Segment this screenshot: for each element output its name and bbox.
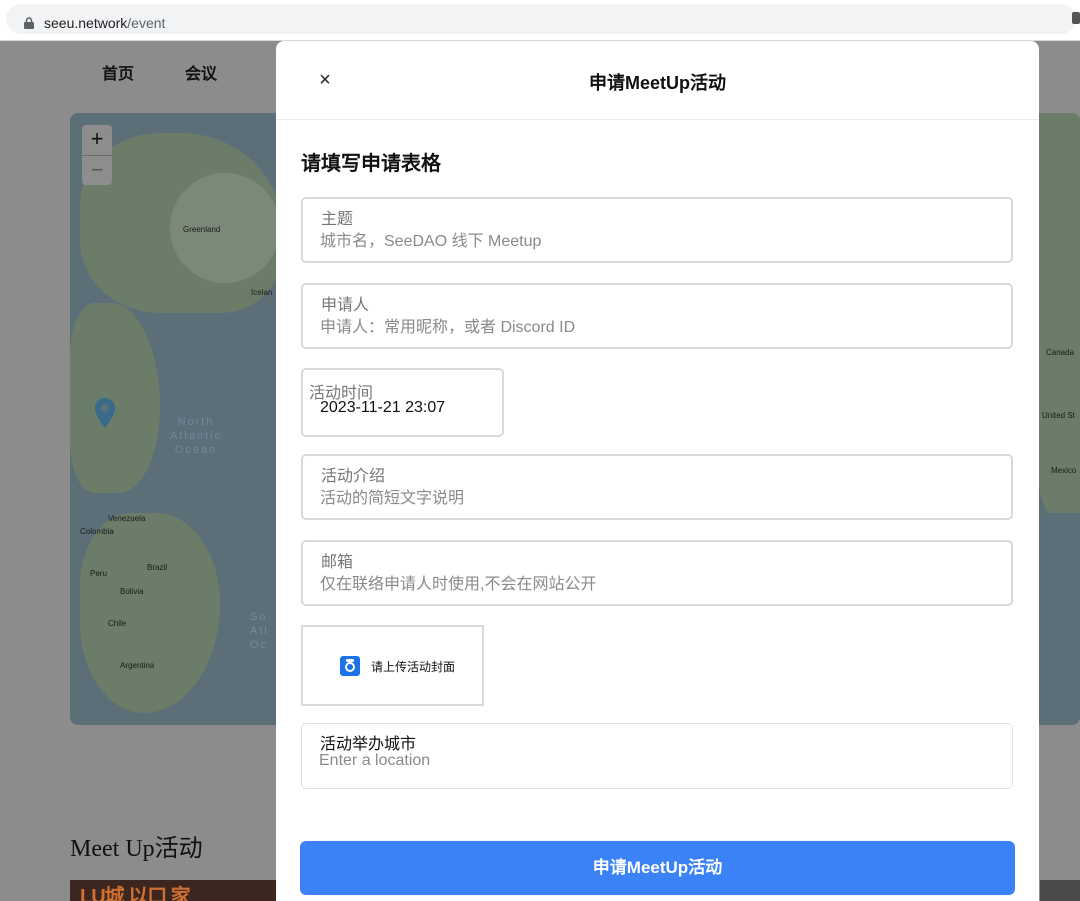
map-label: Colombia bbox=[80, 527, 114, 536]
topic-field[interactable]: 主题 城市名，SeeDAO 线下 Meetup bbox=[301, 197, 1013, 263]
topic-placeholder: 城市名，SeeDAO 线下 Meetup bbox=[320, 233, 542, 250]
apply-meetup-modal: × 申请MeetUp活动 请填写申请表格 主题 城市名，SeeDAO 线下 Me… bbox=[276, 41, 1039, 901]
map-pin-icon[interactable] bbox=[95, 398, 115, 428]
map-zoom-control: + − bbox=[82, 125, 112, 185]
thumbnail-text: LU城 以口 家 bbox=[80, 886, 191, 901]
city-label: 活动举办城市 bbox=[320, 736, 417, 753]
map-label: Canada bbox=[1046, 348, 1075, 357]
description-field[interactable]: 活动介绍 活动的简短文字说明 bbox=[301, 454, 1013, 520]
description-label: 活动介绍 bbox=[321, 468, 386, 485]
applicant-placeholder: 申请人：常用昵称，或者 Discord ID bbox=[320, 319, 576, 336]
meetup-section-title: Meet Up活动 bbox=[70, 836, 203, 862]
map-land-south-america bbox=[80, 513, 220, 713]
map-label: Chile bbox=[108, 619, 127, 628]
ocean-label-north-atlantic: North Atlantic Ocean bbox=[170, 416, 223, 456]
nav-conference[interactable]: 会议 bbox=[185, 60, 217, 84]
map-label: Peru bbox=[90, 569, 107, 578]
zoom-out-button[interactable]: − bbox=[82, 155, 112, 186]
map-label: Mexico bbox=[1051, 466, 1077, 475]
browser-address-bar: seeu.network/event bbox=[0, 0, 1080, 41]
zoom-in-button[interactable]: + bbox=[82, 125, 112, 155]
map-label: Brazil bbox=[147, 563, 168, 572]
cover-upload-button[interactable]: 请上传活动封面 bbox=[301, 625, 484, 706]
email-field[interactable]: 邮箱 仅在联络申请人时使用,不会在网站公开 bbox=[301, 540, 1013, 606]
modal-title: 申请MeetUp活动 bbox=[588, 73, 726, 93]
form-heading: 请填写申请表格 bbox=[301, 153, 441, 175]
applicant-field[interactable]: 申请人 申请人：常用昵称，或者 Discord ID bbox=[301, 283, 1013, 349]
submit-button[interactable]: 申请MeetUp活动 bbox=[300, 841, 1015, 895]
city-field[interactable]: 活动举办城市 Enter a location bbox=[301, 723, 1013, 789]
city-placeholder: Enter a location bbox=[319, 752, 431, 769]
map-label: United St bbox=[1042, 411, 1075, 420]
camera-icon bbox=[340, 656, 360, 676]
meetup-thumbnail[interactable]: LU城 以口 家 bbox=[70, 880, 276, 901]
extension-icon[interactable] bbox=[1072, 12, 1080, 24]
map-label: Argentina bbox=[120, 661, 155, 670]
map-label: Venezuela bbox=[108, 514, 146, 523]
modal-header: × 申请MeetUp活动 bbox=[276, 41, 1039, 120]
map-land-east-coast bbox=[70, 303, 160, 493]
meetup-thumbnail-2[interactable] bbox=[1040, 880, 1080, 901]
lock-icon bbox=[24, 17, 34, 29]
upload-label: 请上传活动封面 bbox=[371, 660, 456, 674]
nav-home[interactable]: 首页 bbox=[102, 60, 134, 84]
applicant-label: 申请人 bbox=[321, 297, 370, 314]
map-label: Icelan bbox=[251, 288, 273, 297]
map-label: Greenland bbox=[183, 225, 221, 234]
event-time-field[interactable]: 活动时间 2023-11-21 23:07 bbox=[301, 368, 504, 437]
map-label: Bolivia bbox=[120, 587, 144, 596]
url-field[interactable]: seeu.network/event bbox=[6, 4, 1076, 34]
url-text: seeu.network/event bbox=[44, 15, 166, 31]
ocean-label-south-atlantic: So Atl Oc bbox=[250, 611, 269, 651]
description-placeholder: 活动的简短文字说明 bbox=[320, 490, 465, 507]
topic-label: 主题 bbox=[321, 211, 354, 228]
email-label: 邮箱 bbox=[321, 554, 354, 571]
event-time-value: 2023-11-21 23:07 bbox=[320, 399, 446, 416]
email-placeholder: 仅在联络申请人时使用,不会在网站公开 bbox=[320, 576, 597, 593]
